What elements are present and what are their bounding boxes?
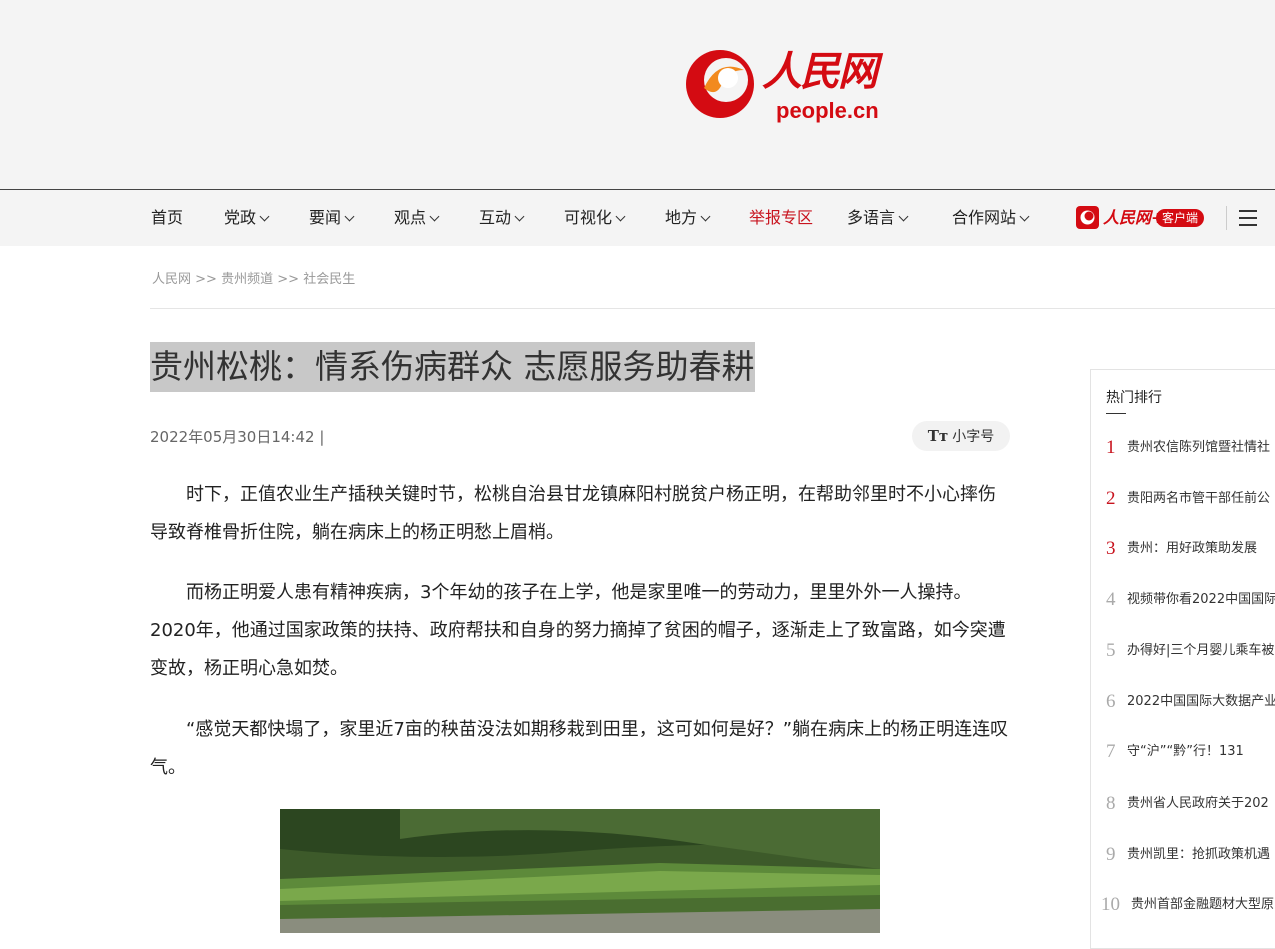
breadcrumb-home-link[interactable]: 人民网 bbox=[152, 272, 191, 287]
rank-number: 7 bbox=[1106, 741, 1116, 762]
font-size-label: 小字号 bbox=[952, 429, 995, 445]
nav-item-interaction[interactable]: 互动 bbox=[479, 190, 525, 246]
ranking-item[interactable]: 3 贵州：用好政策助发展 bbox=[1091, 535, 1275, 563]
ranking-item[interactable]: 6 2022中国国际大数据产业 bbox=[1091, 688, 1275, 716]
rank-number: 2 bbox=[1106, 488, 1116, 509]
breadcrumb-society-link[interactable]: 社会民生 bbox=[303, 272, 355, 287]
nav-item-opinion[interactable]: 观点 bbox=[394, 190, 440, 246]
ranking-link-text: 贵阳两名市管干部任前公 bbox=[1127, 491, 1271, 506]
title-underline bbox=[1106, 413, 1126, 414]
ranking-item[interactable]: 4 视频带你看2022中国国际 bbox=[1091, 586, 1275, 614]
chevron-down-icon bbox=[615, 211, 626, 222]
ranking-link-text: 贵州凯里：抢抓政策机遇 bbox=[1127, 847, 1271, 862]
ranking-link-text: 2022中国国际大数据产业 bbox=[1127, 694, 1275, 709]
ranking-link-text: 守“沪”“黔”行！131 bbox=[1127, 744, 1244, 759]
ranking-item[interactable]: 5 办得好|三个月婴儿乘车被 bbox=[1091, 637, 1275, 665]
nav-item-party-gov[interactable]: 党政 bbox=[224, 190, 270, 246]
nav-item-languages[interactable]: 多语言 bbox=[847, 190, 909, 246]
divider bbox=[150, 308, 1275, 309]
ranking-link-text: 贵州首部金融题材大型原 bbox=[1131, 897, 1275, 912]
ranking-link-text: 贵州：用好政策助发展 bbox=[1127, 541, 1258, 556]
ranking-link-text: 视频带你看2022中国国际 bbox=[1127, 592, 1275, 607]
rank-number: 10 bbox=[1101, 894, 1120, 915]
article-title: 贵州松桃：情系伤病群众 志愿服务助春耕 bbox=[150, 342, 755, 392]
rank-number: 1 bbox=[1106, 437, 1116, 458]
breadcrumb-separator: >> bbox=[277, 272, 300, 287]
hamburger-menu-icon[interactable] bbox=[1226, 206, 1267, 230]
app-client-badge: 客户端 bbox=[1156, 209, 1205, 227]
chevron-down-icon bbox=[259, 211, 270, 222]
article-paragraph: “感觉天都快塌了，家里近7亩的秧苗没法如期移栽到田里，这可如何是好？”躺在病床上… bbox=[150, 719, 1009, 778]
rank-number: 3 bbox=[1106, 538, 1116, 559]
chevron-down-icon bbox=[700, 211, 711, 222]
nav-item-visual[interactable]: 可视化 bbox=[564, 190, 626, 246]
ranking-item[interactable]: 9 贵州凯里：抢抓政策机遇 bbox=[1091, 841, 1275, 869]
breadcrumb-separator: >> bbox=[195, 272, 217, 287]
chevron-down-icon bbox=[514, 211, 525, 222]
ranking-link-text: 办得好|三个月婴儿乘车被 bbox=[1127, 643, 1275, 658]
logo-emblem-icon bbox=[686, 50, 754, 118]
chevron-down-icon bbox=[429, 211, 440, 222]
nav-item-local[interactable]: 地方 bbox=[665, 190, 711, 246]
header-band bbox=[0, 0, 1275, 189]
ranking-item[interactable]: 2 贵阳两名市管干部任前公 bbox=[1091, 485, 1275, 513]
chevron-down-icon bbox=[1019, 211, 1030, 222]
nav-item-partners[interactable]: 合作网站 bbox=[952, 190, 1030, 246]
chevron-down-icon bbox=[344, 211, 355, 222]
article-datetime: 2022年05月30日14:42 | bbox=[150, 428, 325, 446]
ranking-link-text: 贵州省人民政府关于202 bbox=[1127, 796, 1269, 811]
rank-number: 6 bbox=[1106, 691, 1116, 712]
nav-item-home[interactable]: 首页 bbox=[151, 190, 183, 246]
ranking-link-text: 贵州农信陈列馆暨社情社 bbox=[1127, 440, 1271, 455]
article-photo bbox=[280, 809, 880, 933]
rank-number: 9 bbox=[1106, 844, 1116, 865]
nav-item-news[interactable]: 要闻 bbox=[309, 190, 355, 246]
ranking-item[interactable]: 7 守“沪”“黔”行！131 bbox=[1091, 738, 1275, 766]
ranking-item[interactable]: 10 贵州首部金融题材大型原 bbox=[1091, 891, 1275, 919]
rank-number: 4 bbox=[1106, 589, 1116, 610]
chevron-down-icon bbox=[898, 211, 909, 222]
article-paragraph: 而杨正明爱人患有精神疾病，3个年幼的孩子在上学，他是家里唯一的劳动力，里里外外一… bbox=[150, 582, 1006, 679]
logo-domain: people.cn bbox=[776, 98, 879, 123]
ranking-item[interactable]: 8 贵州省人民政府关于202 bbox=[1091, 790, 1275, 818]
font-size-toggle-button[interactable]: Tт 小字号 bbox=[912, 421, 1010, 451]
breadcrumb-guizhou-link[interactable]: 贵州频道 bbox=[221, 272, 273, 287]
logo-wordmark: 人民网 bbox=[762, 48, 878, 95]
breadcrumb: 人民网 >> 贵州频道 >> 社会民生 bbox=[152, 268, 355, 287]
font-size-icon: Tт bbox=[927, 427, 949, 445]
hot-ranking-title: 热门排行 bbox=[1106, 390, 1162, 406]
nav-item-report[interactable]: 举报专区 bbox=[749, 190, 813, 246]
rank-number: 5 bbox=[1106, 640, 1116, 661]
ranking-item[interactable]: 1 贵州农信陈列馆暨社情社 bbox=[1091, 434, 1275, 462]
app-logo-icon bbox=[1076, 206, 1099, 229]
article-paragraph: 时下，正值农业生产插秧关键时节，松桃自治县甘龙镇麻阳村脱贫户杨正明，在帮助邻里时… bbox=[150, 484, 996, 543]
hot-ranking-panel: 热门排行 1 贵州农信陈列馆暨社情社 2 贵阳两名市管干部任前公 3 贵州：用好政策助… bbox=[1090, 369, 1275, 949]
people-cn-logo[interactable]: 人民网 people.cn bbox=[684, 44, 899, 128]
rank-number: 8 bbox=[1106, 793, 1116, 814]
